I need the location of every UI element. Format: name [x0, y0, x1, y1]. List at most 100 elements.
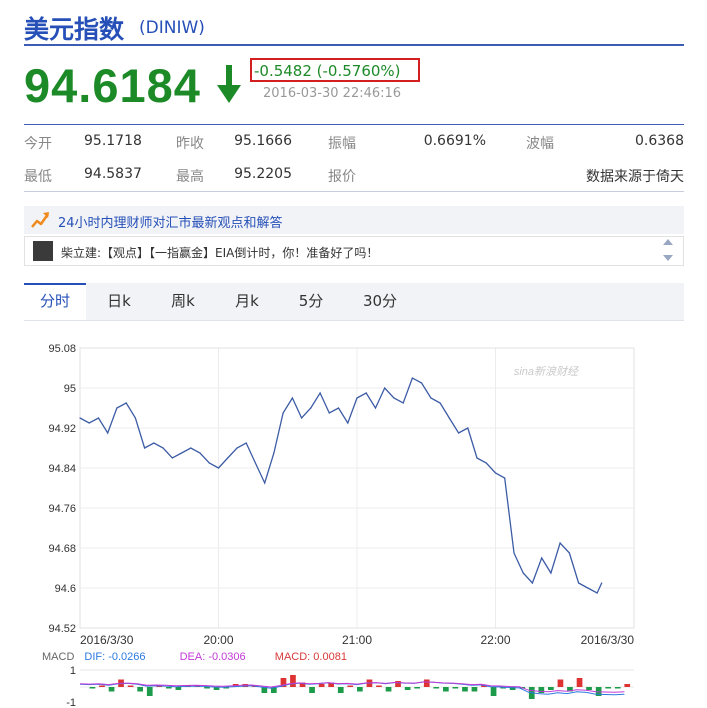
price-point	[107, 432, 109, 434]
macd-y-tick: 1	[70, 665, 76, 677]
macd-bar	[376, 685, 382, 687]
scroll-down-icon[interactable]	[663, 255, 673, 261]
price-point	[88, 422, 90, 424]
price-point	[601, 582, 603, 584]
price-point	[217, 467, 220, 469]
macd-bar	[443, 687, 449, 692]
price-point	[439, 402, 441, 404]
news-headline-link[interactable]: 24小时内理财师对汇市最新观点和解答	[58, 212, 283, 231]
stat-label-open: 今开	[24, 136, 52, 152]
tab-intraday[interactable]: 分时	[24, 283, 86, 320]
macd-y-tick: -1	[66, 697, 76, 708]
macd-bar	[433, 687, 440, 689]
price-point	[448, 417, 450, 419]
price-point	[421, 382, 423, 384]
news-post-row[interactable]: 柴立建:【观点】【一指赢金】EIA倒计时，你！准备好了吗！	[24, 236, 684, 266]
tab-monthly-k[interactable]: 月k	[216, 283, 278, 320]
macd-bar	[347, 685, 354, 687]
stat-label-volatility: 波幅	[526, 136, 554, 152]
stats-table: 今开 95.1718 昨收 95.1666 振幅 0.6691% 波幅 0.63…	[24, 124, 684, 192]
price-point	[337, 407, 340, 409]
title-row: 美元指数 (DINIW)	[24, 8, 684, 46]
macd-bar	[548, 687, 554, 690]
scroll-up-icon[interactable]	[663, 239, 673, 245]
symbol-code: (DINIW)	[139, 18, 205, 38]
price-point	[494, 472, 497, 474]
y-tick-label: 95.08	[48, 343, 76, 355]
macd-bar	[557, 679, 564, 687]
intraday-chart[interactable]: 95.08 95 94.92 94.84 94.76 94.68 94.6 94.52 2016…	[30, 338, 690, 708]
price-point	[273, 452, 275, 454]
price-point	[402, 402, 404, 404]
price-point	[328, 412, 330, 414]
page-title: 美元指数	[24, 15, 125, 44]
macd-bar	[462, 687, 468, 692]
macd-bar	[337, 687, 344, 693]
news-post-text[interactable]: 柴立建:【观点】【一指赢金】EIA倒计时，你！准备好了吗！	[61, 244, 378, 261]
price-point	[282, 412, 284, 414]
x-tick-label: 2016/3/30	[80, 633, 134, 647]
stat-label-amplitude: 振幅	[328, 136, 356, 152]
macd-bar	[423, 679, 430, 687]
macd-bar	[146, 687, 153, 696]
price-point	[79, 417, 81, 419]
price-point	[97, 417, 100, 419]
stat-value-high: 95.2205	[234, 166, 292, 182]
macd-bar	[99, 685, 105, 687]
y-tick-label: 94.84	[48, 463, 76, 475]
current-price: 94.6184	[24, 59, 201, 112]
price-point	[291, 397, 293, 399]
price-point	[568, 552, 571, 554]
macd-bar	[385, 687, 392, 692]
price-point	[513, 552, 515, 554]
dea-value: DEA: -0.0306	[180, 651, 246, 663]
price-point	[578, 582, 580, 584]
macd-bar	[127, 685, 134, 687]
news-bar[interactable]: 24小时内理财师对汇市最新观点和解答	[24, 206, 684, 234]
macd-bar	[89, 687, 96, 689]
watermark: sina新浪财经	[514, 365, 579, 378]
macd-bar	[605, 687, 611, 689]
tab-daily-k[interactable]: 日k	[88, 283, 150, 320]
stat-value-open: 95.1718	[84, 133, 142, 149]
price-point	[393, 397, 395, 399]
price-point	[365, 392, 367, 394]
y-tick-label: 94.52	[48, 623, 76, 635]
price-point	[144, 447, 146, 449]
price-point	[531, 582, 533, 584]
macd-bar	[414, 687, 420, 689]
price-point	[254, 462, 256, 464]
tab-5min[interactable]: 5分	[280, 283, 342, 320]
macd-bar	[108, 687, 115, 692]
avatar	[33, 241, 53, 261]
x-tick-label: 21:00	[342, 633, 372, 647]
macd-bar	[318, 684, 325, 687]
price-point	[596, 592, 598, 594]
arrow-down-icon	[217, 65, 241, 103]
price-point	[430, 397, 432, 399]
price-point	[227, 457, 229, 459]
macd-bar	[614, 687, 621, 689]
y-tick-label: 94.68	[48, 543, 76, 555]
price-point	[458, 432, 460, 434]
macd-bar	[175, 687, 182, 690]
macd-bar	[586, 687, 592, 690]
price-point	[467, 427, 469, 429]
price-point	[522, 572, 524, 574]
macd-label: MACD	[42, 651, 74, 663]
macd-value: MACD: 0.0081	[275, 651, 347, 663]
price-point	[153, 442, 155, 444]
price-point	[485, 462, 487, 464]
dif-value: DIF: -0.0266	[84, 651, 145, 663]
macd-bar	[576, 678, 583, 687]
price-point	[245, 442, 247, 444]
price-point	[116, 407, 118, 409]
price-point	[319, 392, 321, 394]
tab-weekly-k[interactable]: 周k	[152, 283, 214, 320]
price-point	[162, 447, 164, 449]
stat-value-amplitude: 0.6691%	[423, 133, 486, 149]
price-point	[550, 572, 552, 574]
price-point	[356, 397, 358, 399]
macd-bar	[204, 687, 210, 689]
tab-30min[interactable]: 30分	[344, 283, 416, 320]
